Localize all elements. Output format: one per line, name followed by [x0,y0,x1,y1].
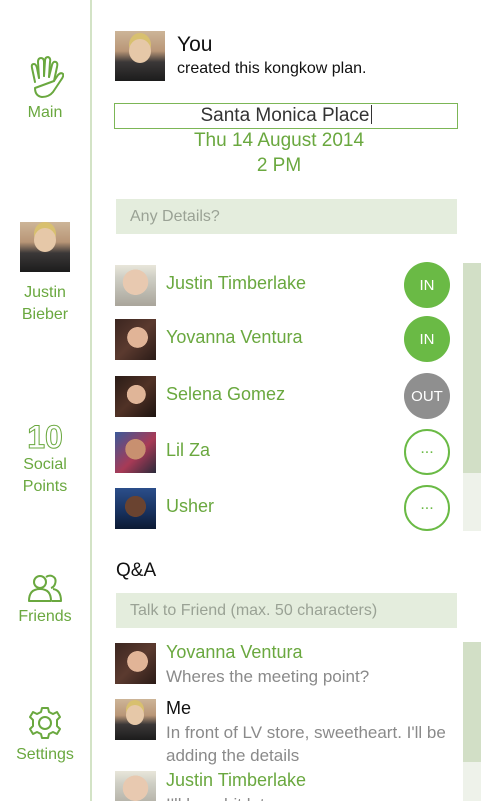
plan-detail: You created this kongkow plan. Santa Mon… [92,0,481,801]
friend-name: Selena Gomez [166,384,286,404]
friend-row[interactable]: Yovanna Ventura IN [92,311,464,367]
message-text: In front of LV store, sweetheart. I'll b… [166,723,446,765]
sidebar-item-settings[interactable]: Settings [0,706,90,766]
sidebar: Main Justin Bieber 10 Social Points Frie… [0,0,92,801]
rsvp-pending-badge[interactable]: ... [404,485,450,531]
sidebar-item-main[interactable]: Main [0,56,90,124]
creator-action-text: created this kongkow plan. [177,60,367,77]
qa-message: Yovanna Ventura Wheres the meeting point… [92,640,462,698]
friend-row[interactable]: Justin Timberlake IN [92,257,464,313]
sidebar-item-profile[interactable]: Justin Bieber [0,222,90,326]
friend-name: Lil Za [166,440,211,460]
avatar [115,432,156,473]
avatar [20,222,70,272]
qa-message-list: Yovanna Ventura Wheres the meeting point… [92,640,481,801]
friends-scrollbar[interactable] [463,263,481,531]
sidebar-item-friends[interactable]: Friends [0,574,90,628]
points-label-line2: Points [22,478,68,495]
place-input[interactable]: Santa Monica Place [114,103,458,129]
friend-row[interactable]: Lil Za ... [92,424,464,480]
details-input[interactable]: Any Details? [116,199,457,234]
plan-date[interactable]: Thu 14 August 2014 [92,130,466,152]
friends-rsvp-list: Justin Timberlake IN Yovanna Ventura IN … [92,257,481,537]
points-value: 10 [27,419,64,455]
avatar [115,319,156,360]
plan-time[interactable]: 2 PM [92,155,466,177]
avatar [115,643,156,684]
message-author: Yovanna Ventura [166,642,303,662]
creator-name: You [177,33,213,56]
qa-scroll-thumb[interactable] [463,642,481,762]
sidebar-item-label: Settings [16,746,74,763]
talk-to-friend-input[interactable]: Talk to Friend (max. 50 characters) [116,593,457,628]
rsvp-out-badge[interactable]: OUT [404,373,450,419]
gear-icon [28,706,62,740]
creator-avatar [115,31,165,81]
friend-name: Yovanna Ventura [166,327,303,347]
profile-name-first: Justin [24,284,66,301]
avatar [115,376,156,417]
avatar [115,699,156,740]
friends-icon [27,574,63,602]
avatar [115,771,156,801]
hand-icon [26,56,64,98]
points-label-line1: Social [23,456,67,473]
profile-name-last: Bieber [21,306,69,323]
avatar [115,265,156,306]
place-value: Santa Monica Place [200,105,370,126]
friend-row[interactable]: Selena Gomez OUT [92,368,464,424]
rsvp-in-badge[interactable]: IN [404,316,450,362]
sidebar-item-points[interactable]: 10 Social Points [0,420,90,498]
rsvp-pending-badge[interactable]: ... [404,429,450,475]
message-text: I'll be a bit late [166,793,456,801]
message-author: Me [166,698,192,718]
avatar [115,488,156,529]
message-text: Wheres the meeting point? [166,667,370,686]
qa-message: Justin Timberlake I'll be a bit late [92,768,462,801]
rsvp-in-badge[interactable]: IN [404,262,450,308]
sidebar-item-label: Main [27,104,63,121]
sidebar-item-label: Friends [18,608,72,625]
qa-scrollbar[interactable] [463,642,481,801]
friend-name: Justin Timberlake [166,273,307,293]
text-caret [370,105,372,124]
qa-message: Me In front of LV store, sweetheart. I'l… [92,696,462,770]
message-author: Justin Timberlake [166,770,307,790]
friend-row[interactable]: Usher ... [92,480,464,536]
qa-heading: Q&A [116,560,157,581]
friends-scroll-thumb[interactable] [463,263,481,473]
friend-name: Usher [166,496,215,516]
